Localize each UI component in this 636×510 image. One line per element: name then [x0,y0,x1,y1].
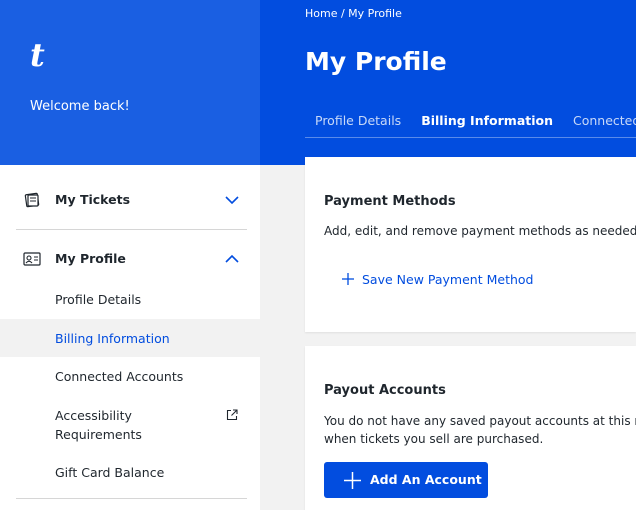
payment-methods-card: Payment Methods Add, edit, and remove pa… [305,157,636,332]
add-account-label: Add An Account [370,472,482,487]
sidebar-item-label: My Profile [55,251,126,266]
sidebar-item-my-profile[interactable]: My Profile [16,249,247,269]
payment-methods-description: Add, edit, and remove payment methods as… [324,224,636,238]
plus-icon [344,472,361,489]
external-link-icon [226,409,238,421]
sidebar-subitem-gift-card-balance[interactable]: Gift Card Balance [0,463,260,482]
profile-tabs: Profile Details Billing Information Connec… [305,110,636,138]
save-payment-method-button[interactable]: Save New Payment Method [342,272,533,287]
breadcrumb[interactable]: Home / My Profile [305,7,402,20]
sidebar-header: t Welcome back! [0,0,260,165]
sidebar-subitem-profile-details[interactable]: Profile Details [0,290,260,309]
tab-connected-accounts[interactable]: Connected Accounts [563,112,636,129]
sidebar-subitem-accessibility-requirements[interactable]: Accessibility Requirements [0,406,260,444]
sidebar-divider [16,498,247,499]
chevron-down-icon[interactable] [225,193,239,207]
sidebar-subitem-billing-information[interactable]: Billing Information [0,319,260,357]
payout-accounts-card: Payout Accounts You do not have any save… [305,346,636,510]
sidebar: My Tickets My Profile Profile Details Bi… [0,165,260,510]
tab-profile-details[interactable]: Profile Details [305,112,411,129]
save-payment-method-label: Save New Payment Method [362,272,534,287]
welcome-text: Welcome back! [30,99,130,114]
brand-logo[interactable]: t [30,36,45,74]
sidebar-divider [16,229,247,230]
plus-icon [342,273,354,285]
sidebar-item-my-tickets[interactable]: My Tickets [16,190,247,210]
payout-accounts-description: You do not have any saved payout account… [324,414,636,428]
payment-methods-title: Payment Methods [324,194,456,209]
payout-accounts-title: Payout Accounts [324,383,446,398]
sidebar-item-label: My Tickets [55,192,131,207]
tab-billing-information[interactable]: Billing Information [411,112,563,129]
profile-card-icon [23,252,41,266]
sidebar-subitem-connected-accounts[interactable]: Connected Accounts [0,367,260,386]
chevron-up-icon[interactable] [225,252,239,266]
payout-accounts-description: when tickets you sell are purchased. [324,432,544,446]
page-title: My Profile [305,47,447,76]
add-account-button[interactable]: Add An Account [324,462,488,498]
tickets-icon [24,192,40,208]
